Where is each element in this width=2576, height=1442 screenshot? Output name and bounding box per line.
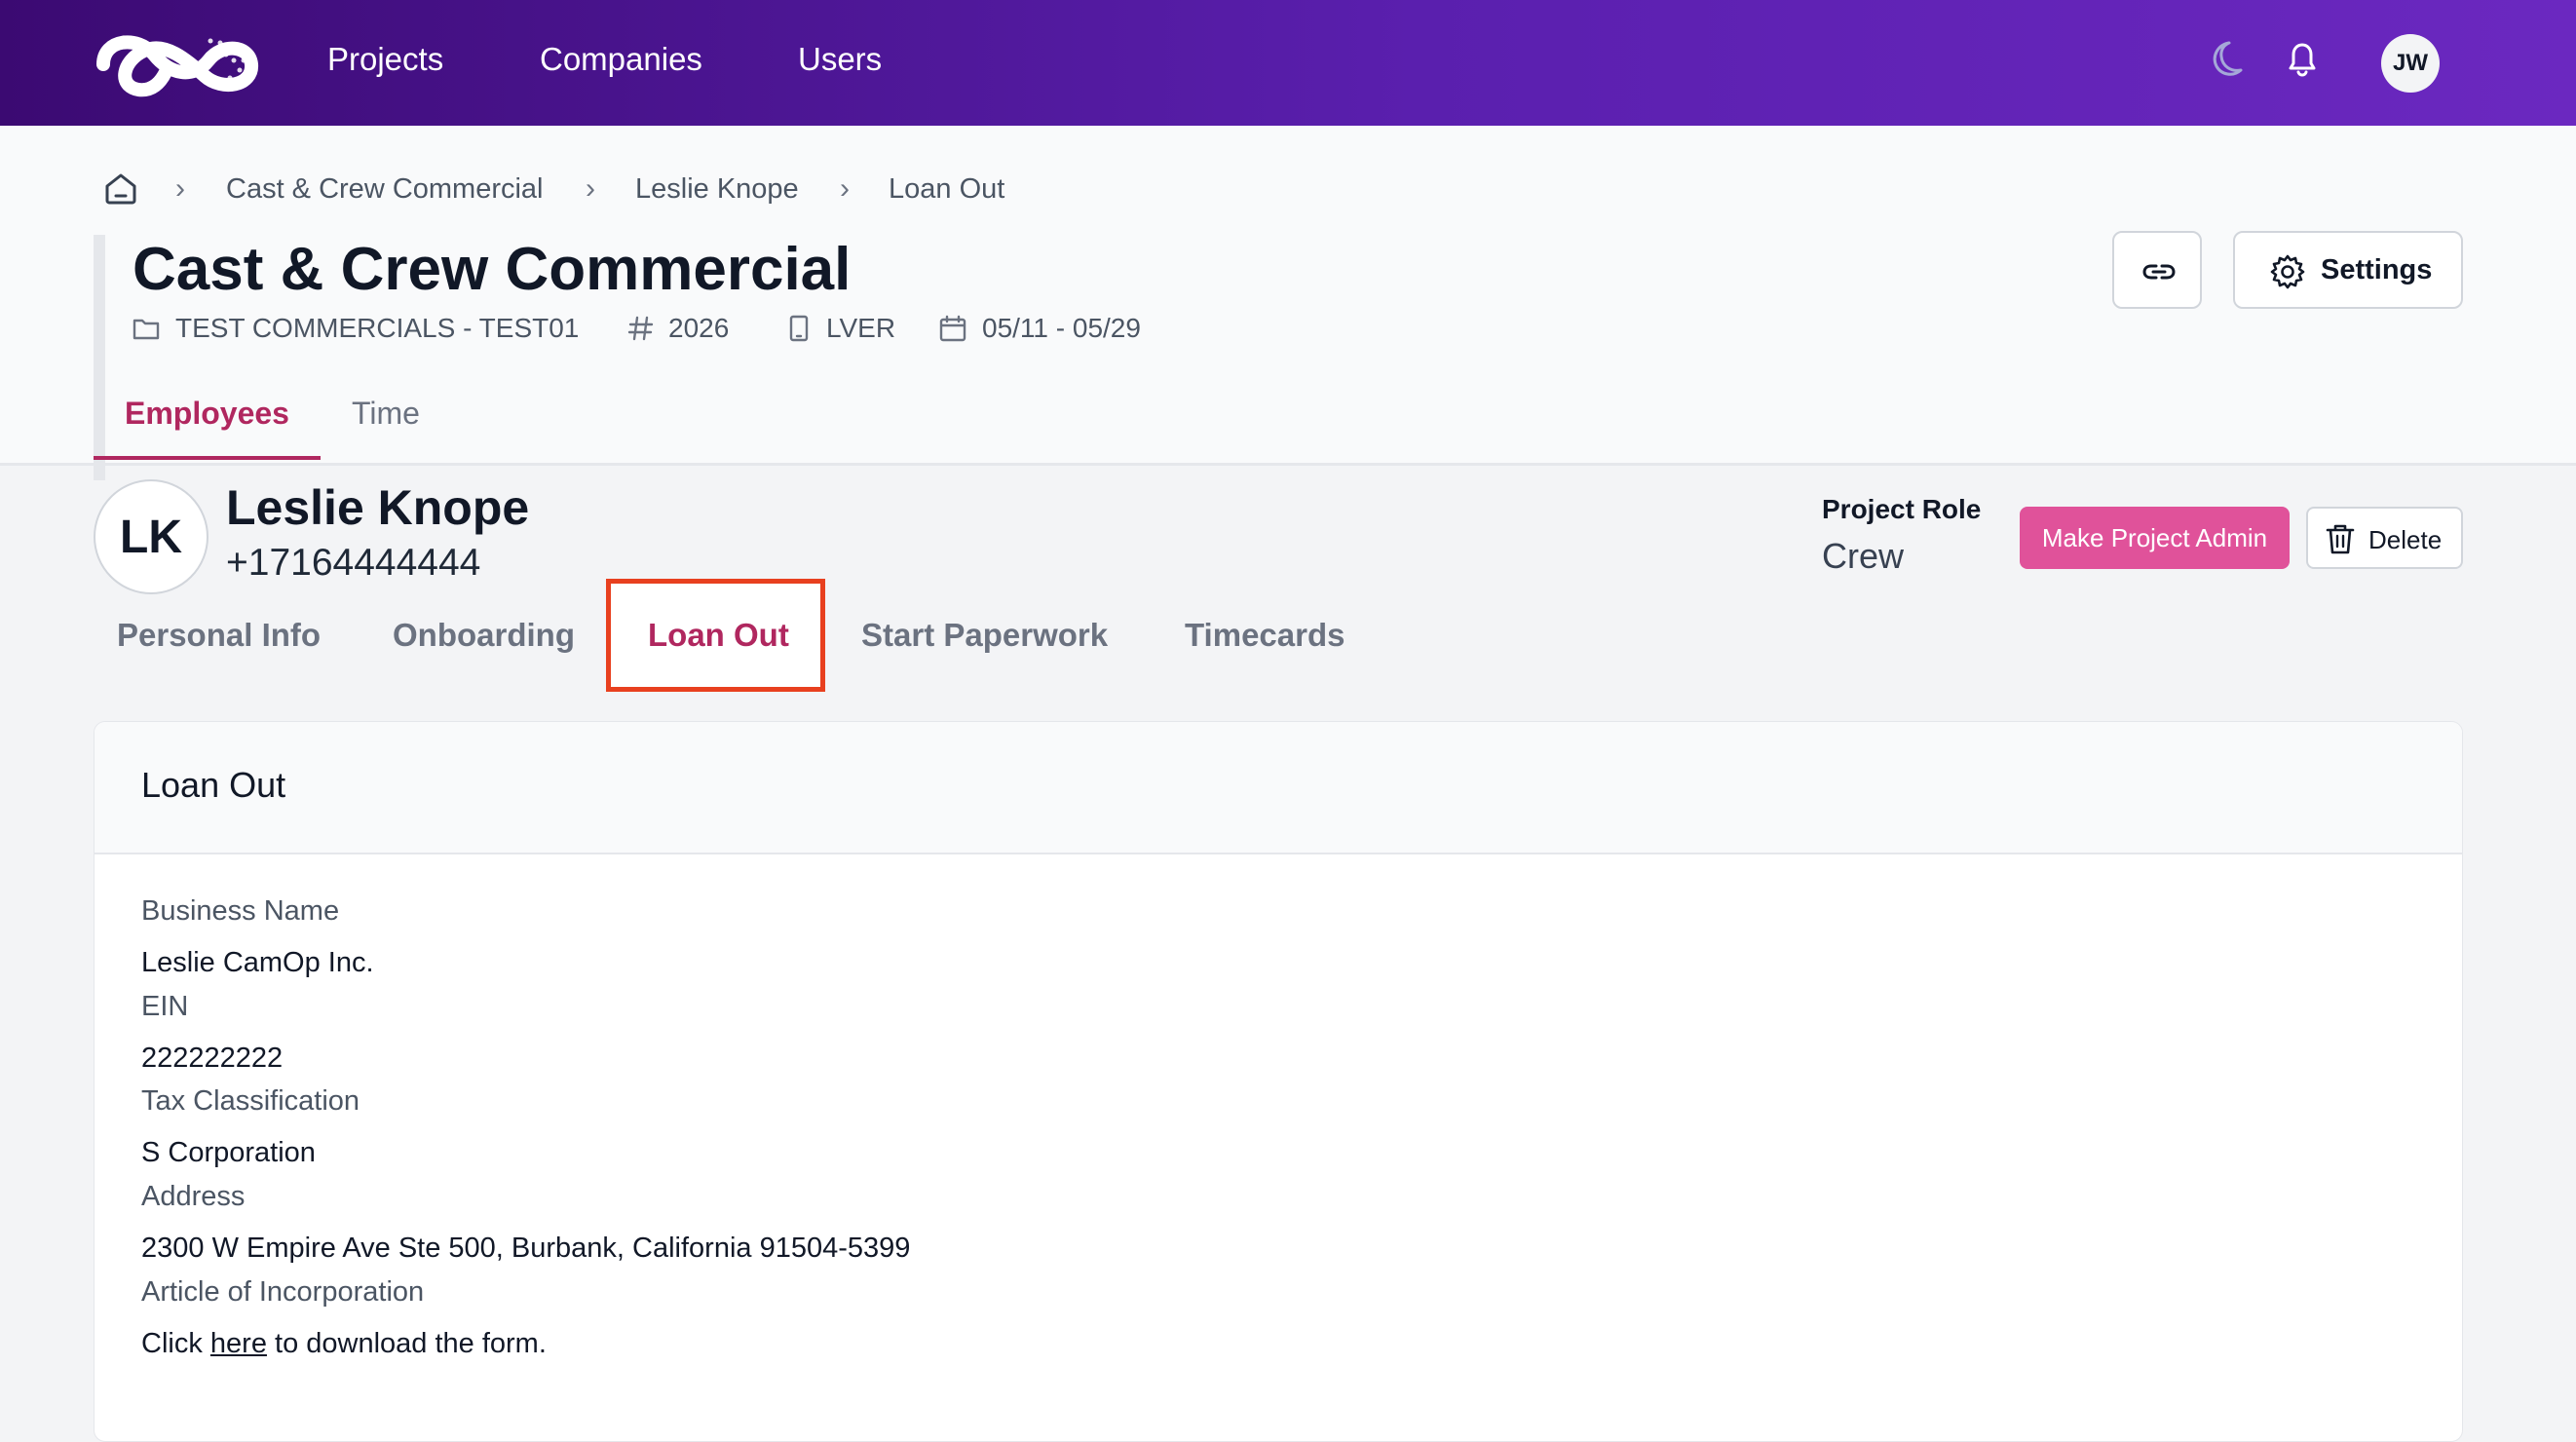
active-tab-indicator: [94, 456, 321, 460]
employee-name: Leslie Knope: [226, 480, 530, 535]
home-icon[interactable]: [101, 169, 140, 208]
project-device: LVER: [826, 313, 896, 343]
address-value: 2300 W Empire Ave Ste 500, Burbank, Cali…: [141, 1233, 911, 1264]
article-of-incorporation-label: Article of Incorporation: [141, 1276, 425, 1308]
project-folder: TEST COMMERCIALS - TEST01: [175, 313, 580, 343]
subtab-onboarding[interactable]: Onboarding: [393, 617, 575, 654]
card-title: Loan Out: [141, 765, 286, 805]
delete-label: Delete: [2368, 525, 2443, 554]
employee-phone: +17164444444: [226, 542, 481, 584]
make-project-admin-button[interactable]: Make Project Admin: [2020, 507, 2290, 569]
subtab-personal-info[interactable]: Personal Info: [117, 617, 321, 654]
tax-classification-value: S Corporation: [141, 1137, 316, 1168]
calendar-icon: [937, 313, 968, 344]
company-logo[interactable]: [94, 21, 259, 101]
subtab-start-paperwork[interactable]: Start Paperwork: [861, 617, 1108, 654]
subtab-timecards[interactable]: Timecards: [1185, 617, 1345, 654]
copy-link-button[interactable]: [2112, 231, 2202, 309]
subtab-loan-out[interactable]: Loan Out: [648, 617, 789, 654]
download-instructions: Click here to download the form.: [141, 1328, 547, 1360]
loan-out-card: Loan Out Business Name Leslie CamOp Inc.…: [94, 721, 2463, 1442]
tax-classification-label: Tax Classification: [141, 1085, 360, 1117]
top-navigation-bar: Projects Companies Users JW: [0, 0, 2576, 126]
chevron-right-icon: ›: [840, 172, 850, 205]
breadcrumb-project[interactable]: Cast & Crew Commercial: [226, 173, 544, 206]
chevron-right-icon: ›: [175, 172, 185, 205]
project-number: 2026: [668, 313, 730, 343]
delete-button[interactable]: Delete: [2306, 507, 2463, 569]
moon-icon[interactable]: [2200, 35, 2247, 82]
trash-icon: [2324, 522, 2357, 562]
link-icon: [2140, 252, 2178, 296]
ein-value: 222222222: [141, 1043, 284, 1074]
download-suffix: to download the form.: [275, 1328, 547, 1359]
address-label: Address: [141, 1181, 246, 1212]
project-role-label: Project Role: [1822, 494, 1982, 524]
tab-employees[interactable]: Employees: [125, 396, 289, 432]
project-header: › Cast & Crew Commercial › Leslie Knope …: [0, 126, 2576, 480]
employee-avatar: LK: [94, 479, 208, 594]
nav-projects[interactable]: Projects: [327, 41, 443, 78]
gear-icon: [2268, 252, 2307, 296]
download-prefix: Click: [141, 1328, 203, 1359]
nav-companies[interactable]: Companies: [540, 41, 702, 78]
card-header: Loan Out: [95, 722, 2462, 854]
ein-label: EIN: [141, 991, 189, 1022]
chevron-right-icon: ›: [586, 172, 595, 205]
settings-label: Settings: [2321, 254, 2433, 285]
settings-button[interactable]: Settings: [2233, 231, 2463, 309]
business-name-label: Business Name: [141, 895, 340, 927]
nav-users[interactable]: Users: [798, 41, 882, 78]
breadcrumb-current: Loan Out: [889, 173, 1005, 205]
breadcrumb-employee[interactable]: Leslie Knope: [635, 173, 799, 206]
hash-icon: [625, 313, 657, 344]
project-dates: 05/11 - 05/29: [982, 313, 1141, 343]
user-avatar[interactable]: JW: [2381, 34, 2440, 93]
bell-icon[interactable]: [2279, 35, 2326, 82]
download-form-link[interactable]: here: [210, 1328, 267, 1359]
project-role-value: Crew: [1822, 536, 1905, 576]
folder-icon: [131, 313, 162, 344]
business-name-value: Leslie CamOp Inc.: [141, 947, 374, 978]
tab-time[interactable]: Time: [352, 396, 420, 432]
device-icon: [783, 313, 814, 344]
page-title: Cast & Crew Commercial: [133, 236, 852, 303]
title-accent-bar: [94, 235, 105, 480]
